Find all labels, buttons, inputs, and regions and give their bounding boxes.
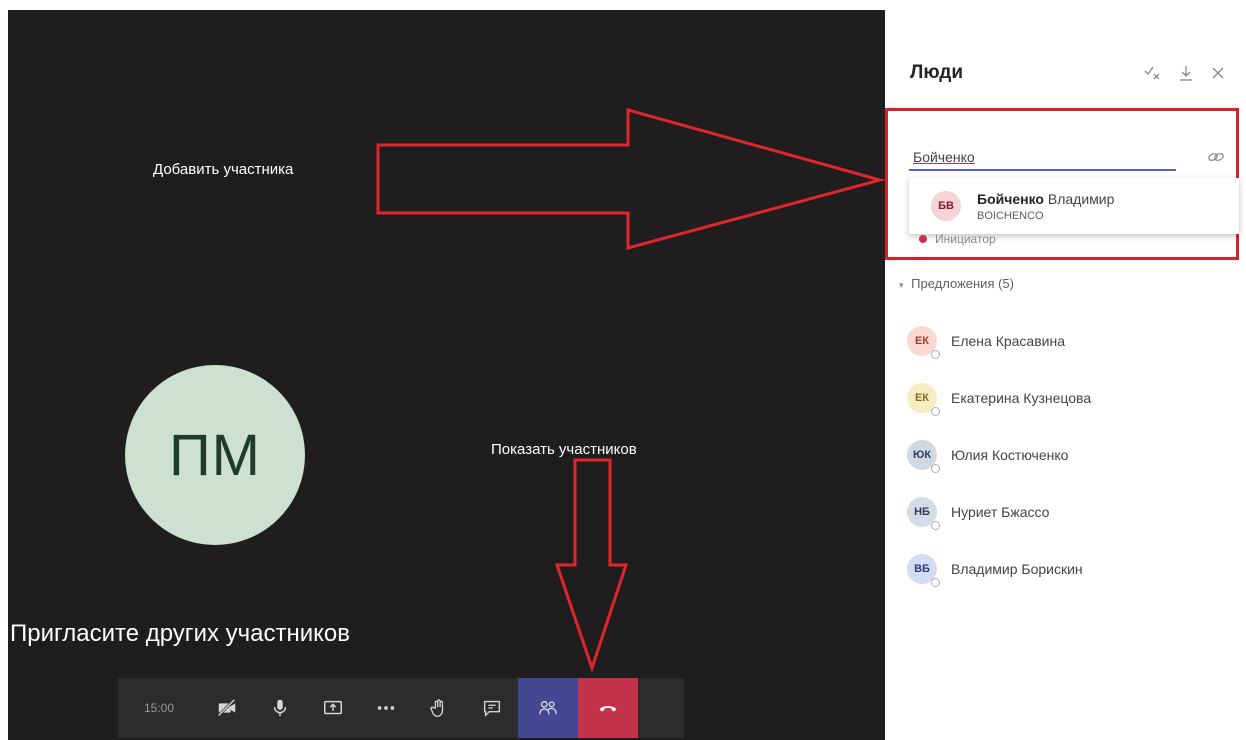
initiator-label: Инициатор	[935, 232, 996, 246]
hang-up-button[interactable]	[578, 678, 638, 738]
people-search-input[interactable]	[909, 145, 1176, 171]
download-attendance-icon[interactable]	[1175, 62, 1197, 84]
suggestion-subtitle: BOICHENCO	[977, 209, 1044, 222]
annotation-add-participant: Добавить участника	[153, 161, 294, 178]
meeting-stage: ПМ Добавить участника Показать участнико…	[8, 10, 885, 740]
panel-title: Люди	[910, 62, 964, 83]
list-item[interactable]: ЮК Юлия Костюченко	[907, 426, 1237, 483]
presence-badge-icon	[931, 520, 940, 530]
suggestion-name-rest: Владимир	[1047, 190, 1115, 207]
list-item[interactable]: ВБ Владимир Борискин	[907, 540, 1237, 597]
share-link-icon[interactable]	[1207, 150, 1225, 168]
suggestion-text: Бойченко Владимир BOICHENCO	[977, 191, 1114, 222]
chat-button[interactable]	[465, 678, 518, 738]
close-icon[interactable]	[1207, 62, 1229, 84]
presence-badge-icon	[931, 577, 940, 587]
call-toolbar: 15:00	[118, 678, 684, 738]
collapse-icon: ▾	[899, 280, 904, 290]
presence-badge-icon	[931, 349, 940, 359]
avatar: ЕК	[907, 382, 940, 416]
share-screen-button[interactable]	[306, 678, 359, 738]
invite-others-text: Пригласите других участников	[10, 620, 351, 647]
participant-avatar: ПМ	[125, 365, 305, 545]
presence-badge-icon	[931, 463, 940, 473]
suggestions-header-label: Предложения (5)	[911, 276, 1014, 291]
list-item[interactable]: НБ Нуриет Бжассо	[907, 483, 1237, 540]
show-participants-button[interactable]	[518, 678, 578, 738]
microphone-icon	[273, 699, 286, 717]
suggestions-list: ЕК Елена Красавина ЕК Екатерина Кузнецов…	[907, 312, 1237, 597]
suggestion-name-bold: Бойченко	[977, 190, 1044, 207]
raise-hand-button[interactable]	[412, 678, 465, 738]
presence-badge-icon	[931, 406, 940, 416]
call-timer: 15:00	[143, 701, 175, 715]
avatar: БВ	[931, 191, 961, 221]
suggestions-section-header[interactable]: ▾ Предложения (5)	[899, 276, 1014, 291]
search-suggestion-item[interactable]: БВ Бойченко Владимир BOICHENCO	[909, 178, 1239, 234]
avatar: ВБ	[907, 553, 940, 587]
more-options-button[interactable]	[359, 678, 412, 738]
share-screen-icon	[323, 700, 342, 715]
people-panel: Люди БВ	[885, 0, 1246, 740]
avatar: НБ	[907, 496, 940, 530]
person-name: Елена Красавина	[951, 332, 1065, 349]
person-name: Екатерина Кузнецова	[951, 389, 1092, 406]
chat-icon	[483, 700, 500, 717]
hang-up-icon	[599, 706, 617, 712]
suggestion-name: Бойченко Владимир	[977, 191, 1114, 207]
person-name: Нуриет Бжассо	[951, 503, 1050, 520]
avatar: ЕК	[907, 325, 940, 359]
participant-avatar-initials: ПМ	[168, 422, 261, 488]
list-item[interactable]: ЕК Елена Красавина	[907, 312, 1237, 369]
teams-meeting-window: ПМ Добавить участника Показать участнико…	[0, 0, 1246, 740]
camera-off-icon	[217, 698, 235, 717]
status-dot	[919, 235, 927, 243]
participants-icon	[539, 700, 557, 715]
camera-toggle-button[interactable]	[200, 678, 253, 738]
raise-hand-icon	[430, 699, 443, 717]
person-name: Владимир Борискин	[951, 560, 1083, 577]
microphone-toggle-button[interactable]	[253, 678, 306, 738]
initiator-row: Инициатор	[909, 232, 996, 246]
more-options-icon	[377, 706, 394, 710]
list-item[interactable]: ЕК Екатерина Кузнецова	[907, 369, 1237, 426]
avatar: ЮК	[907, 439, 940, 473]
annotation-show-participants: Показать участников	[491, 441, 637, 458]
mute-all-icon[interactable]	[1141, 62, 1163, 84]
person-name: Юлия Костюченко	[951, 446, 1069, 463]
